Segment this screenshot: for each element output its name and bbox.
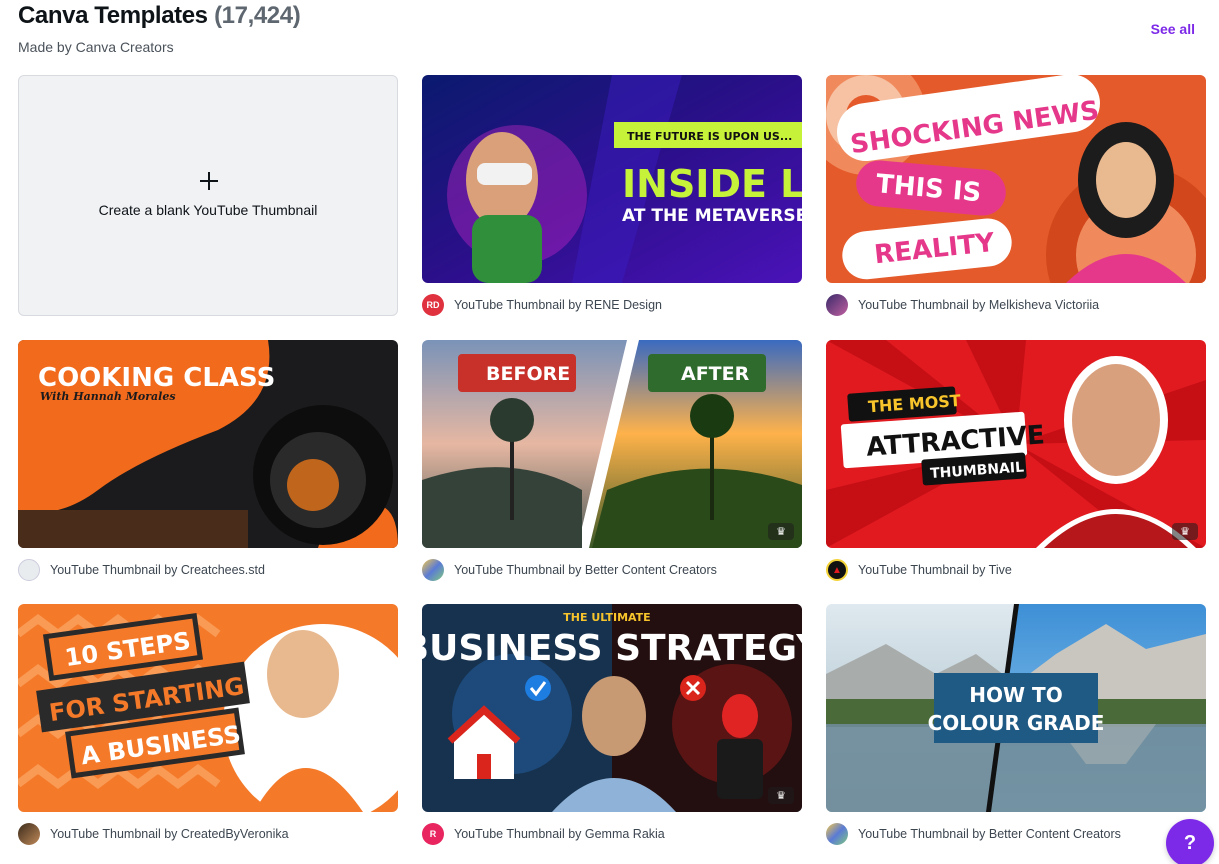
see-all-link[interactable]: See all [1151, 21, 1195, 37]
thumbnail-image: THE ULTIMATE BUSINESS STRATEGY [422, 604, 802, 812]
thumb-text: COLOUR GRADE [928, 711, 1105, 735]
thumbnail-image: 10 STEPS FOR STARTING A BUSINESS [18, 604, 398, 812]
thumb-text: INSIDE LOOK [622, 162, 802, 206]
help-button[interactable]: ? [1166, 819, 1214, 864]
thumbnail-image: COOKING CLASS With Hannah Morales [18, 340, 398, 548]
template-caption[interactable]: YouTube Thumbnail by RENE Design [454, 298, 662, 312]
thumb-text: COOKING CLASS [38, 363, 275, 393]
template-caption[interactable]: YouTube Thumbnail by Creatchees.std [50, 563, 265, 577]
template-meta: YouTube Thumbnail by Melkisheva Victorii… [826, 293, 1206, 317]
template-meta: YouTube Thumbnail by Better Content Crea… [422, 558, 802, 582]
thumb-text: HOW TO [969, 683, 1062, 707]
thumbnail-image: THE FUTURE IS UPON US... INSIDE LOOK AT … [422, 75, 802, 283]
thumb-text: AFTER [681, 363, 750, 385]
template-caption[interactable]: YouTube Thumbnail by Gemma Rakia [454, 827, 665, 841]
template-thumbnail[interactable]: HOW TO COLOUR GRADE [826, 604, 1206, 812]
section-subtitle: Made by Canva Creators [18, 39, 174, 55]
premium-crown-icon: ♛ [768, 787, 794, 804]
thumbnail-image: SHOCKING NEWS THIS IS REALITY [826, 75, 1206, 283]
template-thumbnail[interactable]: THE MOST ATTRACTIVE THUMBNAIL ♛ [826, 340, 1206, 548]
creator-avatar [826, 294, 848, 316]
thumbnail-image: THE MOST ATTRACTIVE THUMBNAIL [826, 340, 1206, 548]
creator-avatar [826, 823, 848, 845]
premium-crown-icon: ♛ [1172, 523, 1198, 540]
create-blank-card[interactable]: Create a blank YouTube Thumbnail [18, 75, 398, 316]
creator-avatar [18, 823, 40, 845]
section-header: Canva Templates (17,424) Made by Canva C… [18, 0, 1201, 64]
creator-avatar [422, 559, 444, 581]
template-meta: YouTube Thumbnail by Better Content Crea… [826, 822, 1206, 846]
creator-avatar: ▲ [826, 559, 848, 581]
template-meta: RD YouTube Thumbnail by RENE Design [422, 293, 802, 317]
template-caption[interactable]: YouTube Thumbnail by Tive [858, 563, 1012, 577]
create-blank-label: Create a blank YouTube Thumbnail [98, 202, 318, 218]
thumbnail-image: HOW TO COLOUR GRADE [826, 604, 1206, 812]
template-count: (17,424) [214, 2, 301, 29]
template-caption[interactable]: YouTube Thumbnail by Better Content Crea… [858, 827, 1121, 841]
template-thumbnail[interactable]: THE FUTURE IS UPON US... INSIDE LOOK AT … [422, 75, 802, 283]
thumb-text: BUSINESS STRATEGY [422, 628, 802, 669]
creator-avatar [18, 559, 40, 581]
template-thumbnail[interactable]: COOKING CLASS With Hannah Morales [18, 340, 398, 548]
template-caption[interactable]: YouTube Thumbnail by Melkisheva Victorii… [858, 298, 1099, 312]
plus-icon [200, 172, 218, 190]
premium-crown-icon: ♛ [768, 523, 794, 540]
template-caption[interactable]: YouTube Thumbnail by Better Content Crea… [454, 563, 717, 577]
template-caption[interactable]: YouTube Thumbnail by CreatedByVeronika [50, 827, 289, 841]
creator-avatar: RD [422, 294, 444, 316]
template-thumbnail[interactable]: 10 STEPS FOR STARTING A BUSINESS [18, 604, 398, 812]
thumb-text: BEFORE [486, 363, 570, 385]
template-thumbnail[interactable]: THE ULTIMATE BUSINESS STRATEGY ♛ [422, 604, 802, 812]
thumb-text: AT THE METAVERSE [622, 206, 802, 226]
thumb-text: THE FUTURE IS UPON US... [627, 130, 792, 143]
template-meta: YouTube Thumbnail by Creatchees.std [18, 558, 398, 582]
creator-avatar: R [422, 823, 444, 845]
thumbnail-image: BEFORE AFTER [422, 340, 802, 548]
template-meta: R YouTube Thumbnail by Gemma Rakia [422, 822, 802, 846]
section-title-row: Canva Templates (17,424) [18, 2, 301, 30]
section-title: Canva Templates [18, 2, 208, 29]
thumb-text: THE ULTIMATE [563, 611, 650, 624]
template-thumbnail[interactable]: BEFORE AFTER ♛ [422, 340, 802, 548]
template-thumbnail[interactable]: SHOCKING NEWS THIS IS REALITY [826, 75, 1206, 283]
template-meta: YouTube Thumbnail by CreatedByVeronika [18, 822, 398, 846]
thumb-text: With Hannah Morales [40, 390, 176, 403]
template-meta: ▲ YouTube Thumbnail by Tive [826, 558, 1206, 582]
